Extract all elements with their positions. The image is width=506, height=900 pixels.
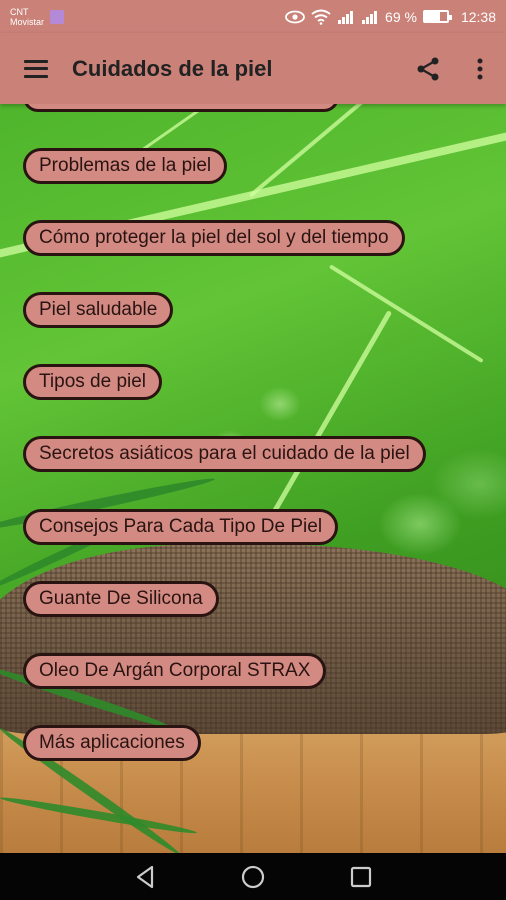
app-bar: Cuidados de la piel: [0, 33, 506, 104]
burlap-cloth: [0, 544, 506, 734]
navigation-bar: [0, 853, 506, 900]
menu-item-oleo-argan[interactable]: Oleo De Argán Corporal STRAX: [23, 653, 327, 689]
leaf-vein: [248, 104, 428, 198]
menu-item-tipos-piel[interactable]: Tipos de piel: [23, 364, 163, 400]
menu-item-problemas[interactable]: Problemas de la piel: [23, 148, 228, 184]
status-bar: CNT Movistar 69 % 12:38: [0, 0, 506, 33]
home-button[interactable]: [238, 862, 268, 892]
menu-item-secretos-asiaticos[interactable]: Secretos asiáticos para el cuidado de la…: [23, 436, 426, 472]
menu-item-guante-silicona[interactable]: Guante De Silicona: [23, 581, 219, 617]
home-circle-icon: [241, 865, 265, 888]
back-button[interactable]: [130, 862, 160, 892]
hamburger-menu-button[interactable]: [0, 33, 72, 104]
signal-icon-2: [362, 10, 378, 24]
menu-item-mas-aplicaciones[interactable]: Más aplicaciones: [23, 725, 201, 761]
carrier-line-1: CNT: [10, 6, 29, 17]
menu-item-partial[interactable]: [23, 104, 339, 112]
carrier-label: CNT Movistar: [10, 7, 44, 27]
clock: 12:38: [460, 8, 496, 25]
eye-comfort-icon: [285, 10, 305, 23]
share-icon: [417, 57, 439, 80]
recents-square-icon: [350, 866, 372, 887]
carrier-line-2: Movistar: [10, 16, 45, 27]
notification-app-icon: [50, 9, 65, 24]
overflow-menu-button[interactable]: [454, 33, 506, 104]
leaf-vein: [328, 264, 484, 364]
back-triangle-icon: [136, 865, 154, 888]
recents-button[interactable]: [346, 862, 376, 892]
menu-item-proteger-sol[interactable]: Cómo proteger la piel del sol y del tiem…: [23, 220, 405, 256]
menu-content[interactable]: Problemas de la piel Cómo proteger la pi…: [0, 104, 506, 853]
share-button[interactable]: [402, 33, 454, 104]
signal-icon-1: [338, 10, 354, 24]
hamburger-menu-icon: [24, 59, 48, 78]
menu-item-piel-saludable[interactable]: Piel saludable: [23, 292, 174, 328]
battery-percent: 69 %: [385, 8, 417, 25]
battery-icon: [422, 10, 452, 23]
leaf-vein: [257, 310, 393, 538]
app-title: Cuidados de la piel: [72, 55, 273, 81]
more-vert-icon: [477, 58, 483, 79]
menu-item-consejos[interactable]: Consejos Para Cada Tipo De Piel: [23, 509, 339, 545]
wifi-icon: [311, 9, 331, 25]
